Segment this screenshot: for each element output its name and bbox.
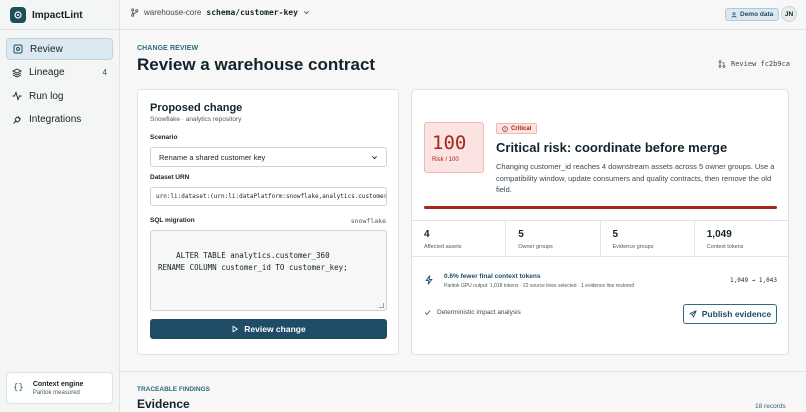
metric-label: Evidence groups <box>612 244 654 250</box>
alert-circle-icon <box>502 125 508 132</box>
zap-icon <box>425 275 433 285</box>
sidebar-item-label: Integrations <box>29 114 82 125</box>
repo-name: warehouse-core <box>144 8 202 17</box>
risk-progress-fill <box>424 206 777 209</box>
status-badge: Critical <box>496 123 538 134</box>
findings-title: Evidence <box>137 397 190 411</box>
review-id-text: Review fc2b9ca <box>731 60 791 68</box>
metric-label: Affected assets <box>424 244 462 250</box>
deterministic-analysis: Deterministic impact analysis <box>424 309 521 316</box>
sidebar: ImpactLint Review Lineage 4 Run log Inte… <box>0 0 120 412</box>
lineage-count-badge: 4 <box>102 68 107 77</box>
sidebar-item-run-log[interactable]: Run log <box>6 85 113 107</box>
branch-name: schema/customer-key <box>206 8 298 17</box>
dataset-urn-input[interactable]: urn:li:dataset:(urn:li:dataPlatform:snow… <box>150 187 387 206</box>
metric-value: 5 <box>612 229 619 240</box>
sidebar-item-review[interactable]: Review <box>6 38 113 60</box>
sidebar-nav: Review Lineage 4 Run log Integrations <box>6 38 113 132</box>
publish-evidence-button[interactable]: Publish evidence <box>683 304 777 324</box>
token-savings-subtitle: Paritok GPU output: 1,018 tokens · 22 so… <box>444 283 635 289</box>
risk-description: Changing customer_id reaches 4 downstrea… <box>496 162 775 194</box>
token-savings-row: 0.6% fewer final context tokens Paritok … <box>424 272 777 292</box>
page-title: Review a warehouse contract <box>137 55 376 74</box>
proposed-change-panel: Proposed change Snowflake · analytics re… <box>137 89 399 355</box>
context-engine-card[interactable]: {} Context engine Paritok measured <box>6 372 113 404</box>
risk-panel: 100 Risk / 100 Critical Critical risk: c… <box>411 89 789 355</box>
deterministic-label: Deterministic impact analysis <box>437 309 521 316</box>
scenario-value: Rename a shared customer key <box>159 152 266 162</box>
sidebar-item-label: Review <box>30 43 63 55</box>
brand[interactable]: ImpactLint <box>10 6 83 24</box>
scenario-label: Scenario <box>150 134 178 141</box>
demo-data-badge[interactable]: Demo data <box>725 8 780 21</box>
context-engine-subtitle: Paritok measured <box>32 389 80 396</box>
plug-icon <box>13 115 21 124</box>
dataset-urn-label: Dataset URN <box>150 174 190 181</box>
metric-affected-assets: 4 Affected assets <box>412 221 507 256</box>
resize-handle-icon[interactable] <box>379 303 384 308</box>
layers-icon <box>12 67 22 78</box>
chevron-down-icon <box>303 11 309 15</box>
review-icon <box>13 44 23 54</box>
review-change-button[interactable]: Review change <box>150 319 387 339</box>
activity-icon <box>12 91 22 101</box>
sql-migration-label: SQL migration <box>150 217 195 224</box>
chevron-down-icon <box>372 155 377 159</box>
findings-eyebrow: TRACEABLE FINDINGS <box>137 386 210 393</box>
avatar[interactable]: JN <box>781 6 797 22</box>
risk-progress-bar <box>424 206 777 209</box>
metric-owner-groups: 5 Owner groups <box>506 221 601 256</box>
send-icon <box>689 310 697 318</box>
sidebar-divider <box>0 29 119 30</box>
metric-label: Context tokens <box>706 244 744 250</box>
review-id[interactable]: Review fc2b9ca <box>718 60 790 68</box>
proposed-change-title: Proposed change <box>150 102 243 114</box>
risk-score: 100 <box>432 132 467 154</box>
braces-icon: {} <box>13 383 24 393</box>
sql-migration-textarea[interactable]: ALTER TABLE analytics.customer_360 RENAM… <box>150 230 387 311</box>
risk-score-caption: Risk / 100 <box>432 157 459 163</box>
token-change: 1,049 → 1,043 <box>730 277 777 284</box>
risk-score-box: 100 Risk / 100 <box>424 122 484 173</box>
review-change-label: Review change <box>244 324 306 334</box>
section-divider <box>120 371 806 372</box>
git-branch-icon <box>131 8 139 17</box>
metric-value: 1,049 <box>706 229 732 240</box>
metric-value: 4 <box>424 229 430 240</box>
sidebar-item-integrations[interactable]: Integrations <box>6 109 113 131</box>
risk-title: Critical risk: coordinate before merge <box>496 140 728 155</box>
metrics-row: 4 Affected assets 5 Owner groups 5 Evide… <box>412 220 788 257</box>
metric-context-tokens: 1,049 Context tokens <box>695 221 788 256</box>
sql-dialect-label: snowflake <box>350 217 386 225</box>
play-icon <box>232 325 239 333</box>
status-badge-label: Critical <box>511 125 532 132</box>
proposed-change-subtitle: Snowflake · analytics repository <box>150 116 242 123</box>
app-name: ImpactLint <box>32 9 83 21</box>
check-icon <box>424 310 431 316</box>
metric-evidence-groups: 5 Evidence groups <box>601 221 695 256</box>
context-engine-title: Context engine <box>32 380 84 388</box>
sidebar-item-lineage[interactable]: Lineage 4 <box>6 62 113 84</box>
sidebar-item-label: Lineage <box>29 67 65 78</box>
git-pull-request-icon <box>718 60 726 68</box>
app-logo-icon <box>10 7 26 23</box>
metric-value: 5 <box>518 229 524 240</box>
sql-migration-text: ALTER TABLE analytics.customer_360 RENAM… <box>158 251 348 272</box>
sidebar-item-label: Run log <box>29 90 64 102</box>
publish-evidence-label: Publish evidence <box>701 309 772 319</box>
records-count: 18 records <box>755 403 786 410</box>
demo-data-label: Demo data <box>740 11 774 18</box>
user-icon <box>731 11 737 18</box>
repo-branch-selector[interactable]: warehouse-core schema/customer-key <box>130 8 310 17</box>
metric-label: Owner groups <box>518 244 553 250</box>
top-bar: warehouse-core schema/customer-key Demo … <box>120 0 806 30</box>
scenario-select[interactable]: Rename a shared customer key <box>150 147 387 167</box>
page-eyebrow: CHANGE REVIEW <box>137 45 199 52</box>
token-savings-title: 0.6% fewer final context tokens <box>444 273 541 280</box>
